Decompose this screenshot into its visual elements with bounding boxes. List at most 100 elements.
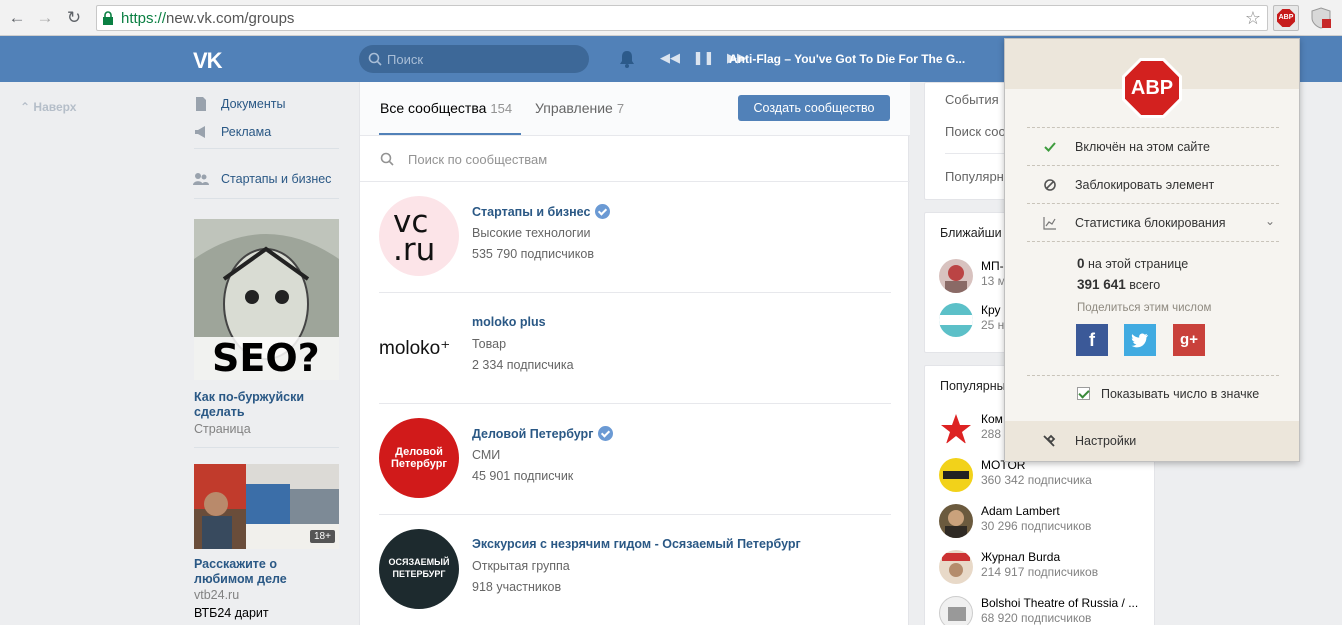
adblock-extension-button[interactable]: ABP: [1273, 5, 1299, 31]
popular-title: Популярны: [940, 379, 1006, 393]
divider: [1027, 127, 1279, 128]
group-row: vc .ru Стартапы и бизнес Высокие техноло…: [379, 182, 891, 293]
divider: [194, 447, 339, 448]
avatar: [939, 303, 973, 337]
show-count-checkbox[interactable]: [1077, 387, 1090, 400]
item-name: Кру: [981, 303, 1001, 317]
divider: [1027, 165, 1279, 166]
item-name: Adam Lambert: [981, 504, 1060, 518]
twitter-share-icon[interactable]: [1124, 324, 1156, 356]
divider: [1027, 203, 1279, 204]
show-count-label[interactable]: Показывать число в значке: [1101, 387, 1259, 401]
group-row: ОСЯЗАЕМЫЙ ПЕТЕРБУРГ Экскурсия с незрячим…: [379, 515, 891, 625]
vk-logo[interactable]: VK: [193, 48, 223, 74]
bookmark-star-icon[interactable]: ☆: [1245, 8, 1261, 29]
item-subs: 288: [981, 427, 1002, 441]
list-item[interactable]: Adam Lambert 30 296 подписчиков: [939, 500, 1149, 540]
nav-item-startups[interactable]: Стартапы и бизнес: [193, 165, 343, 193]
forward-icon[interactable]: →: [34, 7, 56, 29]
group-avatar[interactable]: moloko⁺: [379, 307, 459, 387]
browser-toolbar: ← → ↻ https://new.vk.com/groups ☆ ABP: [0, 0, 1342, 36]
group-subscribers: 45 901 подписчик: [472, 469, 574, 483]
nav-item-label: Документы: [221, 97, 286, 111]
group-avatar[interactable]: Деловой Петербург: [379, 418, 459, 498]
list-item[interactable]: Журнал Burda 214 917 подписчиков: [939, 546, 1149, 586]
search-placeholder: Поиск по сообществам: [408, 152, 548, 167]
left-nav: Документы Реклама Стартапы и бизнес: [193, 90, 343, 193]
settings-label: Настройки: [1075, 434, 1137, 448]
divider: [194, 148, 339, 149]
users-icon: [193, 173, 209, 185]
avatar-text: moloko⁺: [379, 338, 451, 359]
abp-logo: ABP: [1122, 58, 1182, 118]
chart-icon: [1043, 217, 1056, 230]
block-element-label: Заблокировать элемент: [1075, 178, 1215, 192]
group-avatar[interactable]: ОСЯЗАЕМЫЙ ПЕТЕРБУРГ: [379, 529, 459, 609]
list-item[interactable]: Bolshoi Theatre of Russia / ... 68 920 п…: [939, 592, 1149, 625]
nav-item-label: Реклама: [221, 125, 272, 139]
item-subs: 30 296 подписчиков: [981, 519, 1092, 533]
group-name[interactable]: Экскурсия с незрячим гидом - Осязаемый П…: [472, 537, 801, 551]
ad-title[interactable]: Расскажите о любимом деле: [194, 557, 334, 587]
page-block-count: 0 на этой странице: [1077, 256, 1189, 271]
divider: [194, 198, 339, 199]
divider: [1027, 241, 1279, 242]
reload-icon[interactable]: ↻: [63, 7, 85, 29]
bell-icon[interactable]: [618, 49, 636, 69]
block-icon: [1044, 179, 1056, 191]
now-playing-track[interactable]: Anti-Flag – You've Got To Die For The G.…: [729, 52, 965, 66]
pause-icon[interactable]: ❚❚: [693, 50, 715, 65]
stats-label: Статистика блокирования: [1075, 216, 1226, 230]
abp-icon: ABP: [1277, 9, 1295, 27]
group-avatar[interactable]: vc .ru: [379, 196, 459, 276]
avatar: [939, 596, 973, 625]
nav-item-ads[interactable]: Реклама: [193, 118, 343, 146]
google-plus-share-icon[interactable]: g+: [1173, 324, 1205, 356]
ad-title[interactable]: Как по-буржуйски сделать: [194, 390, 334, 420]
avatar-text: vc .ru: [393, 204, 436, 268]
tab-all-groups[interactable]: Все сообщества 154: [380, 100, 512, 116]
item-subs: 214 917 подписчиков: [981, 565, 1099, 579]
menu-popular[interactable]: Популярн: [945, 169, 1004, 184]
ad-description: ВТБ24 дарит: [194, 606, 269, 620]
group-subscribers: 918 участников: [472, 580, 562, 594]
group-subscribers: 535 790 подписчиков: [472, 247, 594, 261]
back-icon[interactable]: ←: [6, 7, 28, 29]
groups-page: Все сообщества 154 Управление 7 Создать со…: [359, 82, 910, 625]
address-bar[interactable]: https://new.vk.com/groups ☆: [96, 5, 1268, 31]
share-label: Поделиться этим числом: [1077, 302, 1212, 314]
ad-image-seo[interactable]: SEO?: [194, 219, 339, 380]
menu-search[interactable]: Поиск соо: [945, 124, 1006, 139]
nav-item-label: Стартапы и бизнес: [221, 172, 332, 186]
group-name[interactable]: Стартапы и бизнес: [472, 204, 611, 219]
group-category: СМИ: [472, 448, 501, 462]
group-category: Товар: [472, 337, 507, 351]
avatar: [939, 550, 973, 584]
groups-tabs: Все сообщества 154 Управление 7 Создать со…: [360, 82, 910, 136]
facebook-share-icon[interactable]: f: [1076, 324, 1108, 356]
item-subs: 68 920 подписчиков: [981, 611, 1092, 625]
groups-search-input[interactable]: Поиск по сообществам: [360, 136, 910, 182]
search-icon: [368, 52, 382, 66]
ad-image-text: SEO?: [212, 336, 320, 380]
shield-extension-icon[interactable]: [1310, 7, 1332, 29]
menu-events[interactable]: События: [945, 92, 999, 107]
create-group-button[interactable]: Создать сообщество: [738, 95, 890, 121]
header-search-input[interactable]: Поиск: [359, 45, 589, 73]
tab-manage[interactable]: Управление 7: [535, 100, 624, 116]
item-subs: 25 н: [981, 318, 1005, 332]
settings-button[interactable]: Настройки: [1005, 421, 1299, 461]
item-name: Ком: [981, 412, 1003, 426]
group-name[interactable]: moloko plus: [472, 315, 546, 329]
nav-item-documents[interactable]: Документы: [193, 90, 343, 118]
prev-track-icon[interactable]: ◀◀: [660, 50, 680, 65]
ad-subtitle: Страница: [194, 422, 251, 436]
item-subs: 360 342 подписчика: [981, 473, 1092, 487]
ad-image-vtb[interactable]: 18+: [194, 464, 339, 549]
group-name[interactable]: Деловой Петербург: [472, 426, 614, 441]
ad-subtitle[interactable]: vtb24.ru: [194, 588, 239, 602]
chevron-down-icon: ⌄: [1265, 214, 1276, 228]
document-icon: [196, 97, 206, 111]
scroll-up-link[interactable]: ⌃ Наверх: [20, 100, 76, 114]
divider: [1027, 375, 1279, 376]
